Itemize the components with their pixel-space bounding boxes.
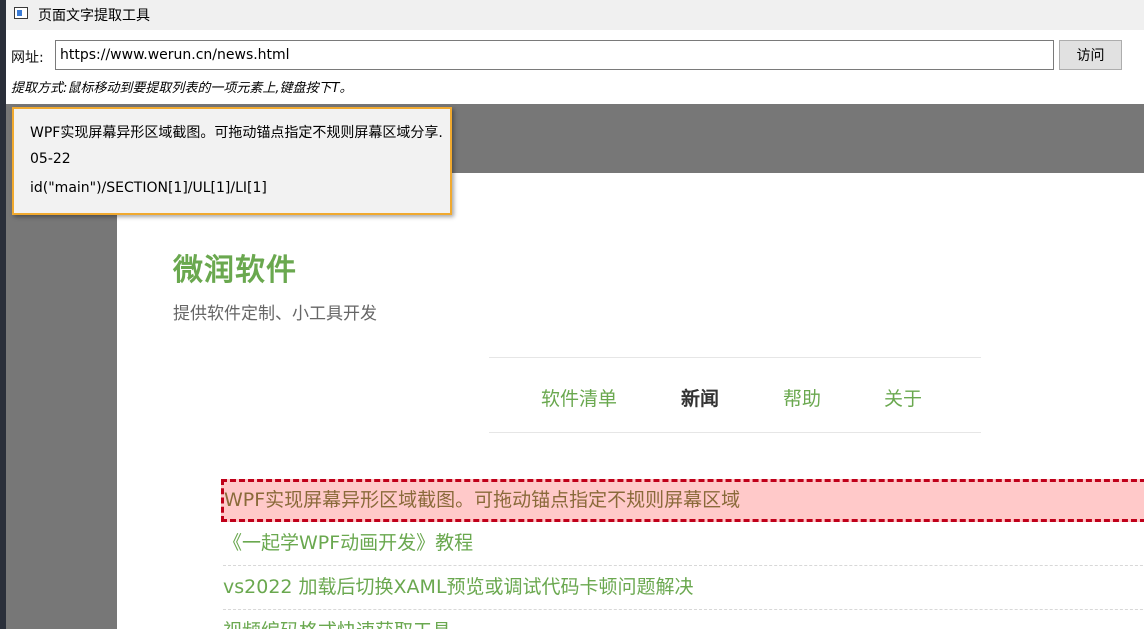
nav-news[interactable]: 新闻 [681, 384, 719, 411]
url-label: 网址: [11, 50, 44, 66]
app-window-icon [14, 7, 28, 19]
visit-button[interactable]: 访问 [1059, 40, 1122, 70]
site-title[interactable]: 微润软件 [173, 245, 297, 289]
nav-divider-bottom [489, 432, 981, 433]
title-bar: 页面文字提取工具 [6, 0, 1144, 30]
instructions-text: 提取方式:鼠标移动到要提取列表的一项元素上,键盘按下T。 [11, 81, 353, 96]
news-item[interactable]: vs2022 加载后切换XAML预览或调试代码卡顿问题解决 [223, 566, 1144, 610]
news-list: WPF实现屏幕异形区域截图。可拖动锚点指定不规则屏幕区域 《一起学WPF动画开发… [221, 479, 1144, 629]
nav-about[interactable]: 关于 [884, 384, 922, 411]
news-item[interactable]: 《一起学WPF动画开发》教程 [223, 522, 1144, 566]
news-item[interactable]: 视频编码格式快速获取工具 [223, 610, 1144, 629]
site-subtitle: 提供软件定制、小工具开发 [173, 304, 377, 324]
window-title: 页面文字提取工具 [38, 8, 150, 24]
web-page: 微润软件 提供软件定制、小工具开发 软件清单 新闻 帮助 关于 WPF实现屏幕异… [117, 173, 1144, 629]
url-input[interactable] [55, 40, 1054, 70]
nav-help[interactable]: 帮助 [783, 384, 821, 411]
news-item-highlighted[interactable]: WPF实现屏幕异形区域截图。可拖动锚点指定不规则屏幕区域 [221, 479, 1144, 522]
nav-divider-top [489, 357, 981, 358]
tooltip-text: WPF实现屏幕异形区域截图。可拖动锚点指定不规则屏幕区域分享. 05-22 [30, 125, 443, 167]
nav-software-list[interactable]: 软件清单 [541, 384, 617, 411]
extraction-tooltip: WPF实现屏幕异形区域截图。可拖动锚点指定不规则屏幕区域分享. 05-22 id… [12, 107, 452, 215]
tooltip-xpath: id("main")/SECTION[1]/UL[1]/LI[1] [30, 180, 267, 196]
url-bar: 网址: 访问 [6, 38, 1144, 72]
